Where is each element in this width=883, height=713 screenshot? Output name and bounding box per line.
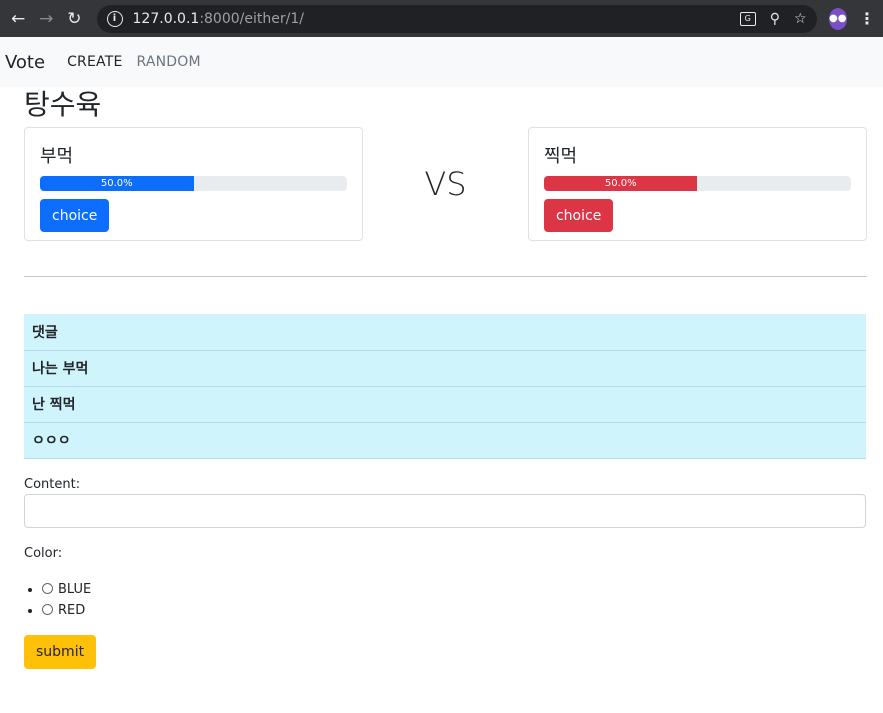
list-item: BLUE [42, 579, 867, 600]
browser-menu-icon[interactable]: ⋮ [859, 9, 875, 28]
url-path: :8000/either/1/ [199, 10, 304, 27]
color-label: Color: [24, 545, 63, 561]
content-input[interactable] [24, 493, 866, 528]
comment-cell: ㅇㅇㅇ [24, 422, 866, 459]
navbar-brand[interactable]: Vote [5, 52, 45, 73]
content-label: Content: [24, 476, 81, 492]
radio-label-red: RED [58, 602, 86, 618]
progress-right: 50.0% [543, 176, 851, 191]
comment-cell: 나는 부먹 [24, 350, 866, 387]
poll-title: 탕수육 [24, 88, 102, 121]
address-bar[interactable]: i 127.0.0.1:8000/either/1/ G ⚲ ☆ [96, 4, 817, 33]
nav-link-random[interactable]: RANDOM [137, 54, 201, 70]
vs-row: 부먹 50.0% choice VS 찍먹 50.0% choice [24, 127, 867, 241]
vs-label: VS [424, 165, 467, 203]
option-card-left: 부먹 50.0% choice [24, 127, 363, 241]
nav-link-create[interactable]: CREATE [67, 54, 122, 70]
table-row: 난 찍먹 [24, 386, 866, 423]
comment-cell: 난 찍먹 [24, 386, 866, 423]
forward-arrow-icon[interactable]: → [36, 7, 56, 31]
comment-form: Content: Color: BLUE RED submit [24, 477, 867, 669]
navbar: Vote CREATE RANDOM [0, 37, 883, 87]
choice-button-right[interactable]: choice [543, 199, 614, 232]
submit-button[interactable]: submit [24, 634, 97, 669]
list-item: RED [42, 600, 867, 621]
table-row: 댓글 [24, 314, 866, 351]
back-arrow-icon[interactable]: ← [8, 7, 28, 31]
zoom-icon[interactable]: ⚲ [770, 11, 780, 27]
divider [24, 276, 867, 277]
table-row: 나는 부먹 [24, 350, 866, 387]
profile-avatar-icon[interactable]: ●● [828, 7, 847, 30]
comments-table: 댓글 나는 부먹 난 찍먹 ㅇㅇㅇ [24, 314, 866, 459]
comment-cell: 댓글 [24, 314, 866, 351]
reload-icon[interactable]: ↻ [64, 7, 84, 31]
site-info-icon[interactable]: i [106, 10, 123, 27]
color-options: BLUE RED [42, 579, 867, 621]
progress-bar-right: 50.0% [543, 176, 698, 191]
progress-left: 50.0% [40, 176, 347, 191]
option-card-right: 찍먹 50.0% choice [527, 127, 867, 241]
choice-button-left[interactable]: choice [40, 199, 110, 232]
table-row: ㅇㅇㅇ [24, 422, 866, 459]
main-container: 탕수육 부먹 50.0% choice VS 찍먹 50.0% choice 댓… [0, 87, 883, 669]
radio-label-blue: BLUE [58, 581, 92, 597]
url-host: 127.0.0.1 [132, 10, 200, 27]
radio-blue[interactable] [42, 582, 53, 594]
bookmark-star-icon[interactable]: ☆ [794, 11, 807, 27]
translate-icon[interactable]: G [739, 11, 756, 26]
option-label-left: 부먹 [40, 146, 74, 167]
radio-red[interactable] [42, 603, 53, 615]
option-label-right: 찍먹 [543, 146, 578, 167]
browser-toolbar: ← → ↻ i 127.0.0.1:8000/either/1/ G ⚲ ☆ ●… [0, 0, 883, 37]
progress-bar-left: 50.0% [40, 176, 194, 191]
